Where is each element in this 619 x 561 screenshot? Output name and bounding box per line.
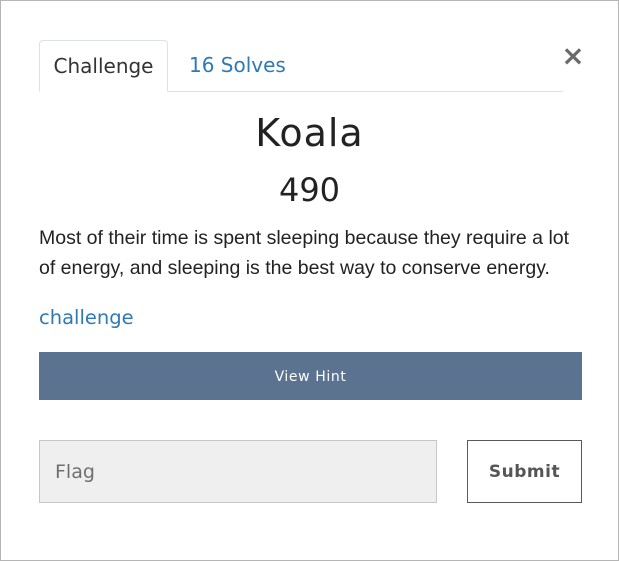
tab-bar: Challenge 16 Solves [39,40,563,92]
close-icon[interactable]: × [561,41,585,71]
flag-input[interactable] [39,440,437,503]
challenge-points: 490 [278,171,341,209]
tab-challenge[interactable]: Challenge [39,40,168,92]
challenge-title: Koala [255,111,364,155]
challenge-modal: Challenge 16 Solves × Koala 490 Most of … [0,0,619,561]
tab-solves[interactable]: 16 Solves [169,40,306,91]
challenge-description: Most of their time is spent sleeping bec… [39,227,570,279]
view-hint-button[interactable]: View Hint [39,352,582,400]
submit-button[interactable]: Submit [467,440,582,503]
challenge-file-link[interactable]: challenge [39,303,134,333]
